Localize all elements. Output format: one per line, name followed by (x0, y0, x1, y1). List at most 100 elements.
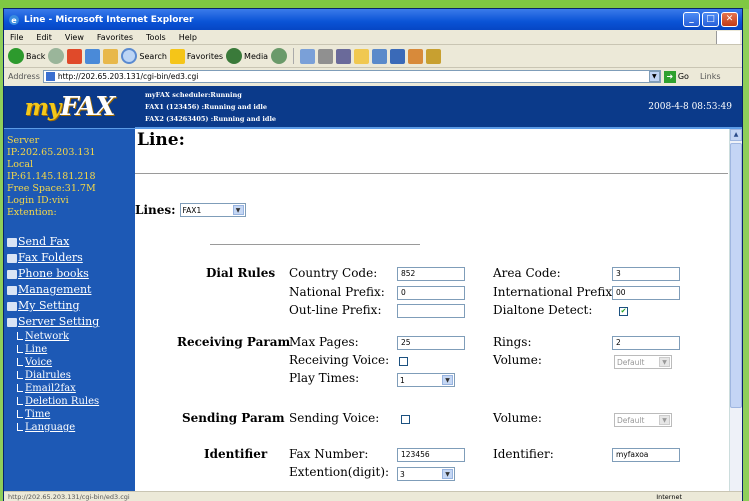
status-line: FAX1 (123456) :Running and idle (145, 102, 268, 111)
receiving-param-heading: Receiving Param (177, 335, 291, 349)
status-line: FAX2 (34263405) :Running and idle (145, 114, 277, 123)
forward-arrow-icon[interactable] (48, 48, 65, 64)
sidebar-item-my-setting[interactable]: My Setting (7, 298, 132, 314)
research-icon[interactable] (390, 48, 406, 64)
submenu-deletion-rules[interactable]: Deletion Rules (17, 395, 132, 408)
submenu-line[interactable]: Line (17, 343, 132, 356)
menu-help[interactable]: Help (179, 33, 197, 42)
max-pages-input[interactable]: 25 (397, 336, 465, 350)
title-bar: e Line - Microsoft Internet Explorer _ □… (4, 9, 742, 30)
submenu-label: Line (25, 344, 48, 355)
menu-file[interactable]: File (10, 33, 23, 42)
sending-voice-checkbox[interactable] (401, 415, 410, 424)
extention-label: Extention(digit): (289, 465, 390, 479)
main-content: Line: Lines: FAX1 ▼ Dial Rules Country Co… (135, 129, 730, 491)
dialtone-detect-label: Dialtone Detect: (493, 303, 593, 317)
logo-my: my (24, 93, 62, 121)
submenu-email2fax[interactable]: Email2fax (17, 382, 132, 395)
sidebar-item-send-fax[interactable]: Send Fax (7, 234, 132, 250)
address-input[interactable]: http://202.65.203.131/cgi-bin/ed3.cgi ▼ (42, 70, 661, 83)
identifier-input[interactable]: myfaxoa (612, 448, 680, 462)
sidebar-item-label: Send Fax (18, 235, 70, 248)
sidebar-item-phone-books[interactable]: Phone books (7, 266, 132, 282)
submenu-time[interactable]: Time (17, 408, 132, 421)
address-bar: Address http://202.65.203.131/cgi-bin/ed… (4, 68, 742, 85)
addon2-icon[interactable] (426, 48, 442, 64)
chevron-down-icon: ▼ (659, 357, 670, 367)
receiving-voice-label: Receiving Voice: (289, 353, 390, 367)
receiving-volume-select[interactable]: Default ▼ (614, 355, 672, 369)
history-icon[interactable] (271, 48, 288, 64)
info-line: Server (7, 135, 40, 146)
toolbar: Back Search Favorites Media (4, 45, 742, 68)
print-icon[interactable] (318, 48, 334, 64)
international-prefix-input[interactable]: 00 (612, 286, 680, 300)
maximize-button[interactable]: □ (702, 12, 719, 27)
lines-select[interactable]: FAX1 ▼ (179, 203, 246, 217)
internet-zone: Internet (656, 493, 682, 501)
dialtone-detect-checkbox[interactable]: ✔ (619, 307, 628, 316)
sidebar-item-server-setting[interactable]: Server Setting (7, 314, 132, 330)
submenu-label: Network (25, 331, 70, 342)
outline-prefix-input[interactable] (397, 304, 465, 318)
info-line: Free Space:31.7M (7, 183, 96, 194)
extention-select[interactable]: 3 ▼ (397, 467, 455, 481)
submenu-language[interactable]: Language (17, 421, 132, 434)
folder-tool-icon[interactable] (354, 48, 370, 64)
sending-param-heading: Sending Param (182, 411, 285, 425)
menu-view[interactable]: View (65, 33, 84, 42)
fax-number-input[interactable]: 123456 (397, 448, 465, 462)
search-button[interactable]: Search (121, 48, 167, 64)
identifier-heading: Identifier (204, 447, 268, 461)
minimize-button[interactable]: _ (683, 12, 700, 27)
menu-favorites[interactable]: Favorites (97, 33, 133, 42)
sidebar-item-fax-folders[interactable]: Fax Folders (7, 250, 132, 266)
media-button[interactable]: Media (226, 48, 268, 64)
page-icon (45, 72, 55, 81)
divider (135, 173, 728, 174)
sidebar-item-label: Fax Folders (18, 251, 83, 264)
mail-icon[interactable] (300, 48, 316, 64)
go-arrow-icon: ➜ (663, 70, 676, 83)
chevron-down-icon: ▼ (442, 375, 453, 385)
page-title: Line: (137, 130, 185, 150)
sidebar-item-label: Management (18, 283, 92, 296)
receiving-voice-checkbox[interactable] (399, 357, 408, 366)
ie-icon: e (9, 14, 19, 25)
sending-volume-select[interactable]: Default ▼ (614, 413, 672, 427)
submenu-dialrules[interactable]: Dialrules (17, 369, 132, 382)
vertical-scrollbar[interactable]: ▲ (729, 129, 742, 491)
back-button[interactable]: Back (8, 48, 45, 64)
play-times-select[interactable]: 1 ▼ (397, 373, 455, 387)
national-prefix-input[interactable]: 0 (397, 286, 465, 300)
chevron-down-icon[interactable]: ▼ (648, 71, 660, 82)
close-button[interactable]: ✕ (721, 12, 738, 27)
scroll-up-icon[interactable]: ▲ (730, 129, 742, 141)
links-button[interactable]: Links (700, 72, 721, 81)
edit-icon[interactable] (336, 48, 352, 64)
area-code-input[interactable]: 3 (612, 267, 680, 281)
submenu-network[interactable]: Network (17, 330, 132, 343)
star-icon (169, 48, 185, 64)
submenu-label: Deletion Rules (25, 396, 100, 407)
rings-input[interactable]: 2 (612, 336, 680, 350)
submenu-label: Voice (25, 357, 53, 368)
national-prefix-label: National Prefix: (289, 285, 385, 299)
country-code-input[interactable]: 852 (397, 267, 465, 281)
submenu-voice[interactable]: Voice (17, 356, 132, 369)
favorites-button[interactable]: Favorites (169, 48, 223, 64)
stop-icon[interactable] (67, 48, 83, 64)
scroll-thumb[interactable] (730, 143, 742, 408)
addon-icon[interactable] (408, 48, 424, 64)
fax-number-label: Fax Number: (289, 447, 369, 461)
submenu-label: Email2fax (25, 383, 76, 394)
menu-tools[interactable]: Tools (146, 33, 166, 42)
refresh-icon[interactable] (85, 48, 101, 64)
chevron-down-icon: ▼ (232, 205, 244, 215)
home-icon[interactable] (103, 48, 119, 64)
windows-logo-icon (716, 31, 740, 44)
menu-edit[interactable]: Edit (36, 33, 52, 42)
go-button[interactable]: ➜ Go (663, 70, 689, 83)
sidebar-item-management[interactable]: Management (7, 282, 132, 298)
messenger-icon[interactable] (372, 48, 388, 64)
